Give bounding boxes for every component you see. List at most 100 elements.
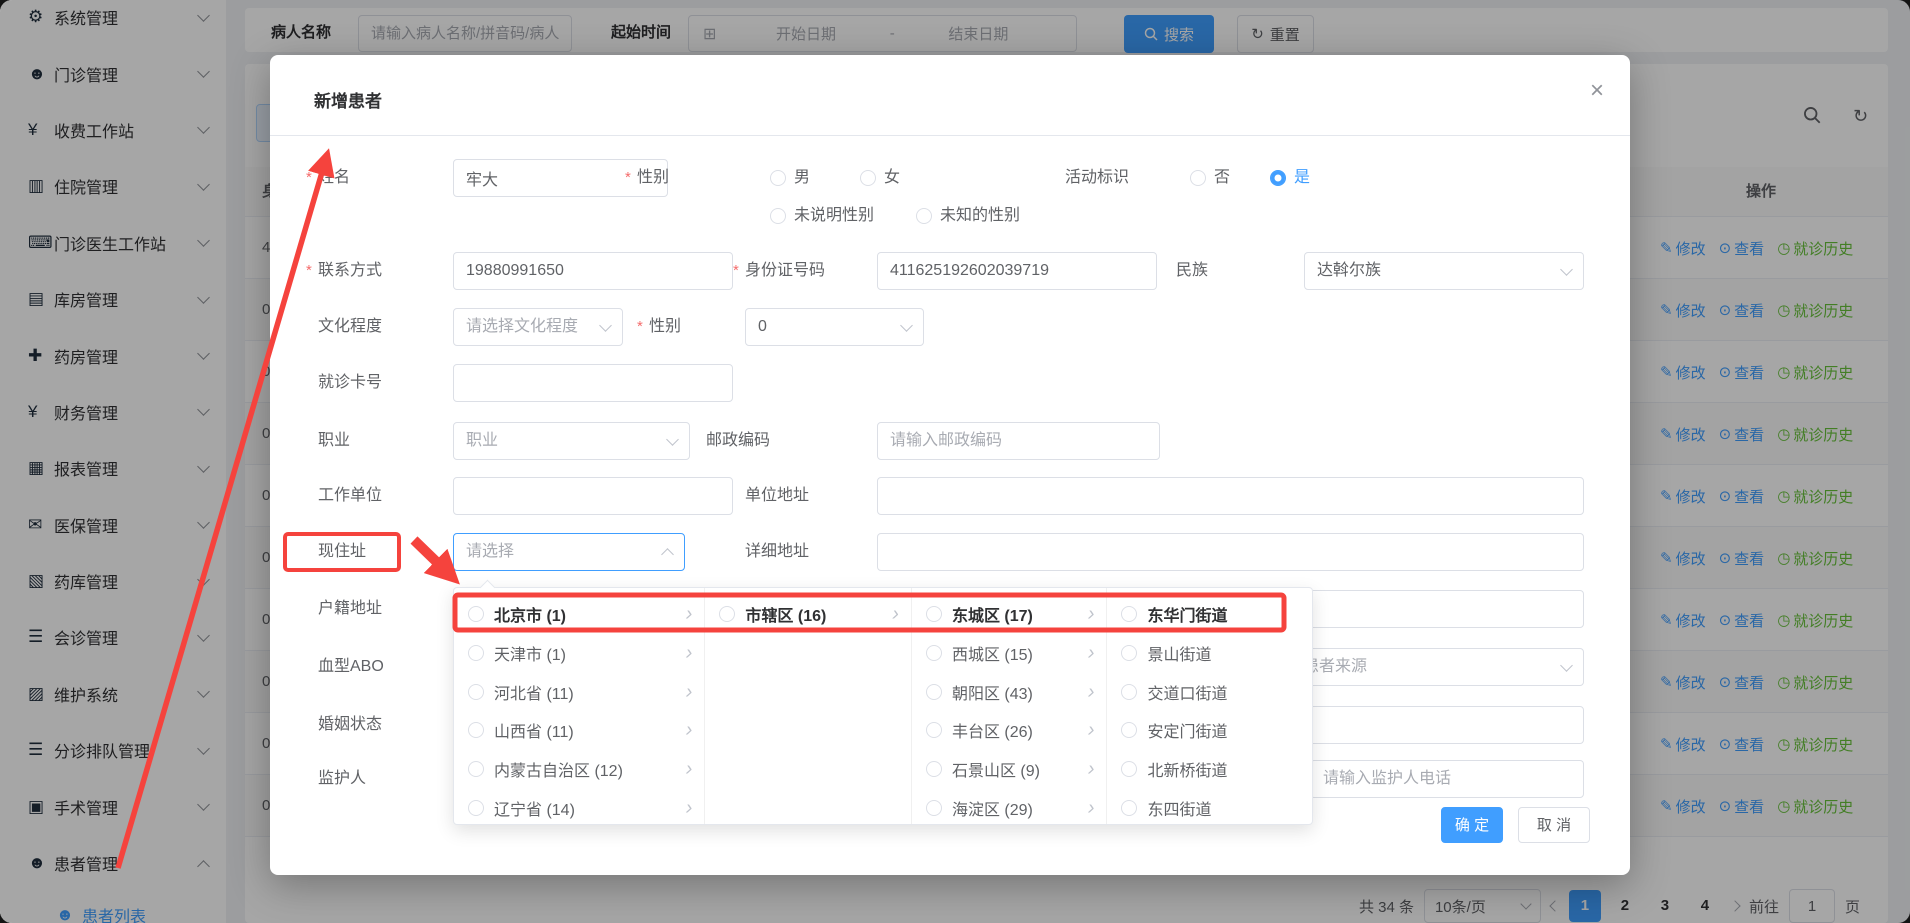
radio-icon [1121, 761, 1137, 777]
cascader-street-option[interactable]: 东华门街道 › [1107, 595, 1312, 634]
chevron-down-icon [1560, 263, 1573, 276]
chevron-down-icon [900, 319, 913, 332]
gender2-select[interactable]: 0 [745, 308, 924, 346]
gender-label: 性别 [637, 159, 669, 197]
radio-icon [916, 208, 932, 224]
confirm-button[interactable]: 确 定 [1441, 807, 1503, 843]
chevron-right-icon: › [686, 682, 693, 702]
cascader-street-option[interactable]: 交道口街道 › [1107, 672, 1312, 711]
radio-icon [468, 722, 484, 738]
name-input[interactable] [453, 159, 668, 197]
cascader-province-option[interactable]: 山西省 (11) › [454, 711, 704, 750]
chevron-up-icon [661, 548, 674, 561]
required-star: * [733, 252, 739, 290]
occupation-select[interactable]: 职业 [453, 422, 690, 460]
marital-status-label: 婚姻状态 [318, 706, 382, 744]
employer-input[interactable] [453, 477, 733, 515]
radio-icon [770, 170, 786, 186]
name-label: 姓名 [318, 159, 350, 197]
required-star: * [306, 252, 312, 290]
required-star: * [306, 159, 312, 197]
detail-address-input[interactable] [877, 533, 1584, 571]
postal-code-input[interactable] [877, 422, 1160, 460]
chevron-down-icon [1560, 659, 1573, 672]
gender-radio-male[interactable]: 男 [770, 159, 810, 197]
education-select[interactable]: 请选择文化程度 [453, 308, 623, 346]
chevron-right-icon: › [1088, 798, 1095, 818]
postal-code-label: 邮政编码 [706, 422, 770, 460]
radio-icon [468, 800, 484, 816]
contact-input[interactable] [453, 252, 733, 290]
chevron-right-icon: › [686, 759, 693, 779]
radio-icon [468, 684, 484, 700]
app-window: ⚙ 系统管理 ☻ 门诊管理 ¥ 收费工作站 ▥ 住院管理 ⌨ 门诊医生工作站 ▤ [0, 0, 1910, 923]
radio-icon [926, 722, 942, 738]
address-cascader-dropdown: 北京市 (1) › 天津市 (1) › 河北省 (11) › 山西省 (11) … [453, 587, 1313, 825]
cascader-district-option[interactable]: 海淀区 (29) › [912, 788, 1107, 824]
active-flag-label: 活动标识 [1065, 159, 1129, 197]
cascader-street-option[interactable]: 景山街道 › [1107, 634, 1312, 673]
radio-checked-icon [1270, 170, 1286, 186]
cascader-street-option[interactable]: 东四街道 › [1107, 788, 1312, 824]
gender-radio-unstated[interactable]: 未说明性别 [770, 197, 874, 235]
radio-icon [468, 606, 484, 622]
occupation-label: 职业 [318, 422, 350, 460]
education-label: 文化程度 [318, 308, 382, 346]
chevron-right-icon: › [1088, 604, 1095, 624]
cascader-province-option[interactable]: 内蒙古自治区 (12) › [454, 750, 704, 789]
active-flag-radio-yes[interactable]: 是 [1270, 159, 1310, 197]
id-number-input[interactable] [877, 252, 1157, 290]
id-number-label: 身份证号码 [745, 252, 825, 290]
radio-icon [926, 645, 942, 661]
radio-icon [719, 606, 735, 622]
radio-icon [1121, 645, 1137, 661]
blood-type-label: 血型ABO [318, 648, 384, 686]
current-address-label: 现住址 [318, 533, 366, 571]
employer-label: 工作单位 [318, 477, 382, 515]
radio-icon [1121, 800, 1137, 816]
ethnicity-select[interactable]: 达斡尔族 [1304, 252, 1584, 290]
household-address-label: 户籍地址 [318, 590, 382, 628]
visit-card-label: 就诊卡号 [318, 364, 382, 402]
cascader-province-option[interactable]: 天津市 (1) › [454, 634, 704, 673]
current-address-cascader-trigger[interactable]: 请选择 [453, 533, 685, 571]
cascader-district-option[interactable]: 石景山区 (9) › [912, 750, 1107, 789]
required-star: * [625, 159, 631, 197]
employer-address-label: 单位地址 [745, 477, 809, 515]
visit-card-input[interactable] [453, 364, 733, 402]
cascader-street-option[interactable]: 安定门街道 › [1107, 711, 1312, 750]
chevron-right-icon: › [1088, 720, 1095, 740]
chevron-right-icon: › [686, 604, 693, 624]
close-icon[interactable]: × [1590, 79, 1604, 103]
guardian-phone-input[interactable] [1310, 760, 1584, 798]
radio-icon [1121, 722, 1137, 738]
radio-icon [770, 208, 786, 224]
chevron-down-icon [599, 319, 612, 332]
cascader-district-option[interactable]: 东城区 (17) › [912, 595, 1107, 634]
chevron-right-icon: › [1088, 643, 1095, 663]
cascader-province-option[interactable]: 河北省 (11) › [454, 672, 704, 711]
chevron-right-icon: › [686, 720, 693, 740]
dialog-divider [270, 135, 1630, 136]
active-flag-radio-no[interactable]: 否 [1190, 159, 1230, 197]
cancel-button[interactable]: 取 消 [1518, 807, 1590, 843]
radio-icon [860, 170, 876, 186]
employer-address-input[interactable] [877, 477, 1584, 515]
cascader-district-option[interactable]: 西城区 (15) › [912, 634, 1107, 673]
dialog-title: 新增患者 [314, 87, 382, 112]
gender-radio-female[interactable]: 女 [860, 159, 900, 197]
cascader-district-option[interactable]: 朝阳区 (43) › [912, 672, 1107, 711]
gender-radio-unknown[interactable]: 未知的性别 [916, 197, 1020, 235]
patient-source-select[interactable]: 患者来源 [1290, 648, 1584, 686]
radio-icon [1190, 170, 1206, 186]
radio-icon [926, 800, 942, 816]
cascader-district-option[interactable]: 丰台区 (26) › [912, 711, 1107, 750]
radio-icon [926, 761, 942, 777]
cascader-province-option[interactable]: 北京市 (1) › [454, 595, 704, 634]
cascader-street-option[interactable]: 北新桥街道 › [1107, 750, 1312, 789]
cascader-province-option[interactable]: 辽宁省 (14) › [454, 788, 704, 824]
contact-label: 联系方式 [318, 252, 382, 290]
radio-icon [468, 761, 484, 777]
cascader-city-option[interactable]: 市辖区 (16) › [705, 595, 911, 634]
radio-icon [926, 606, 942, 622]
